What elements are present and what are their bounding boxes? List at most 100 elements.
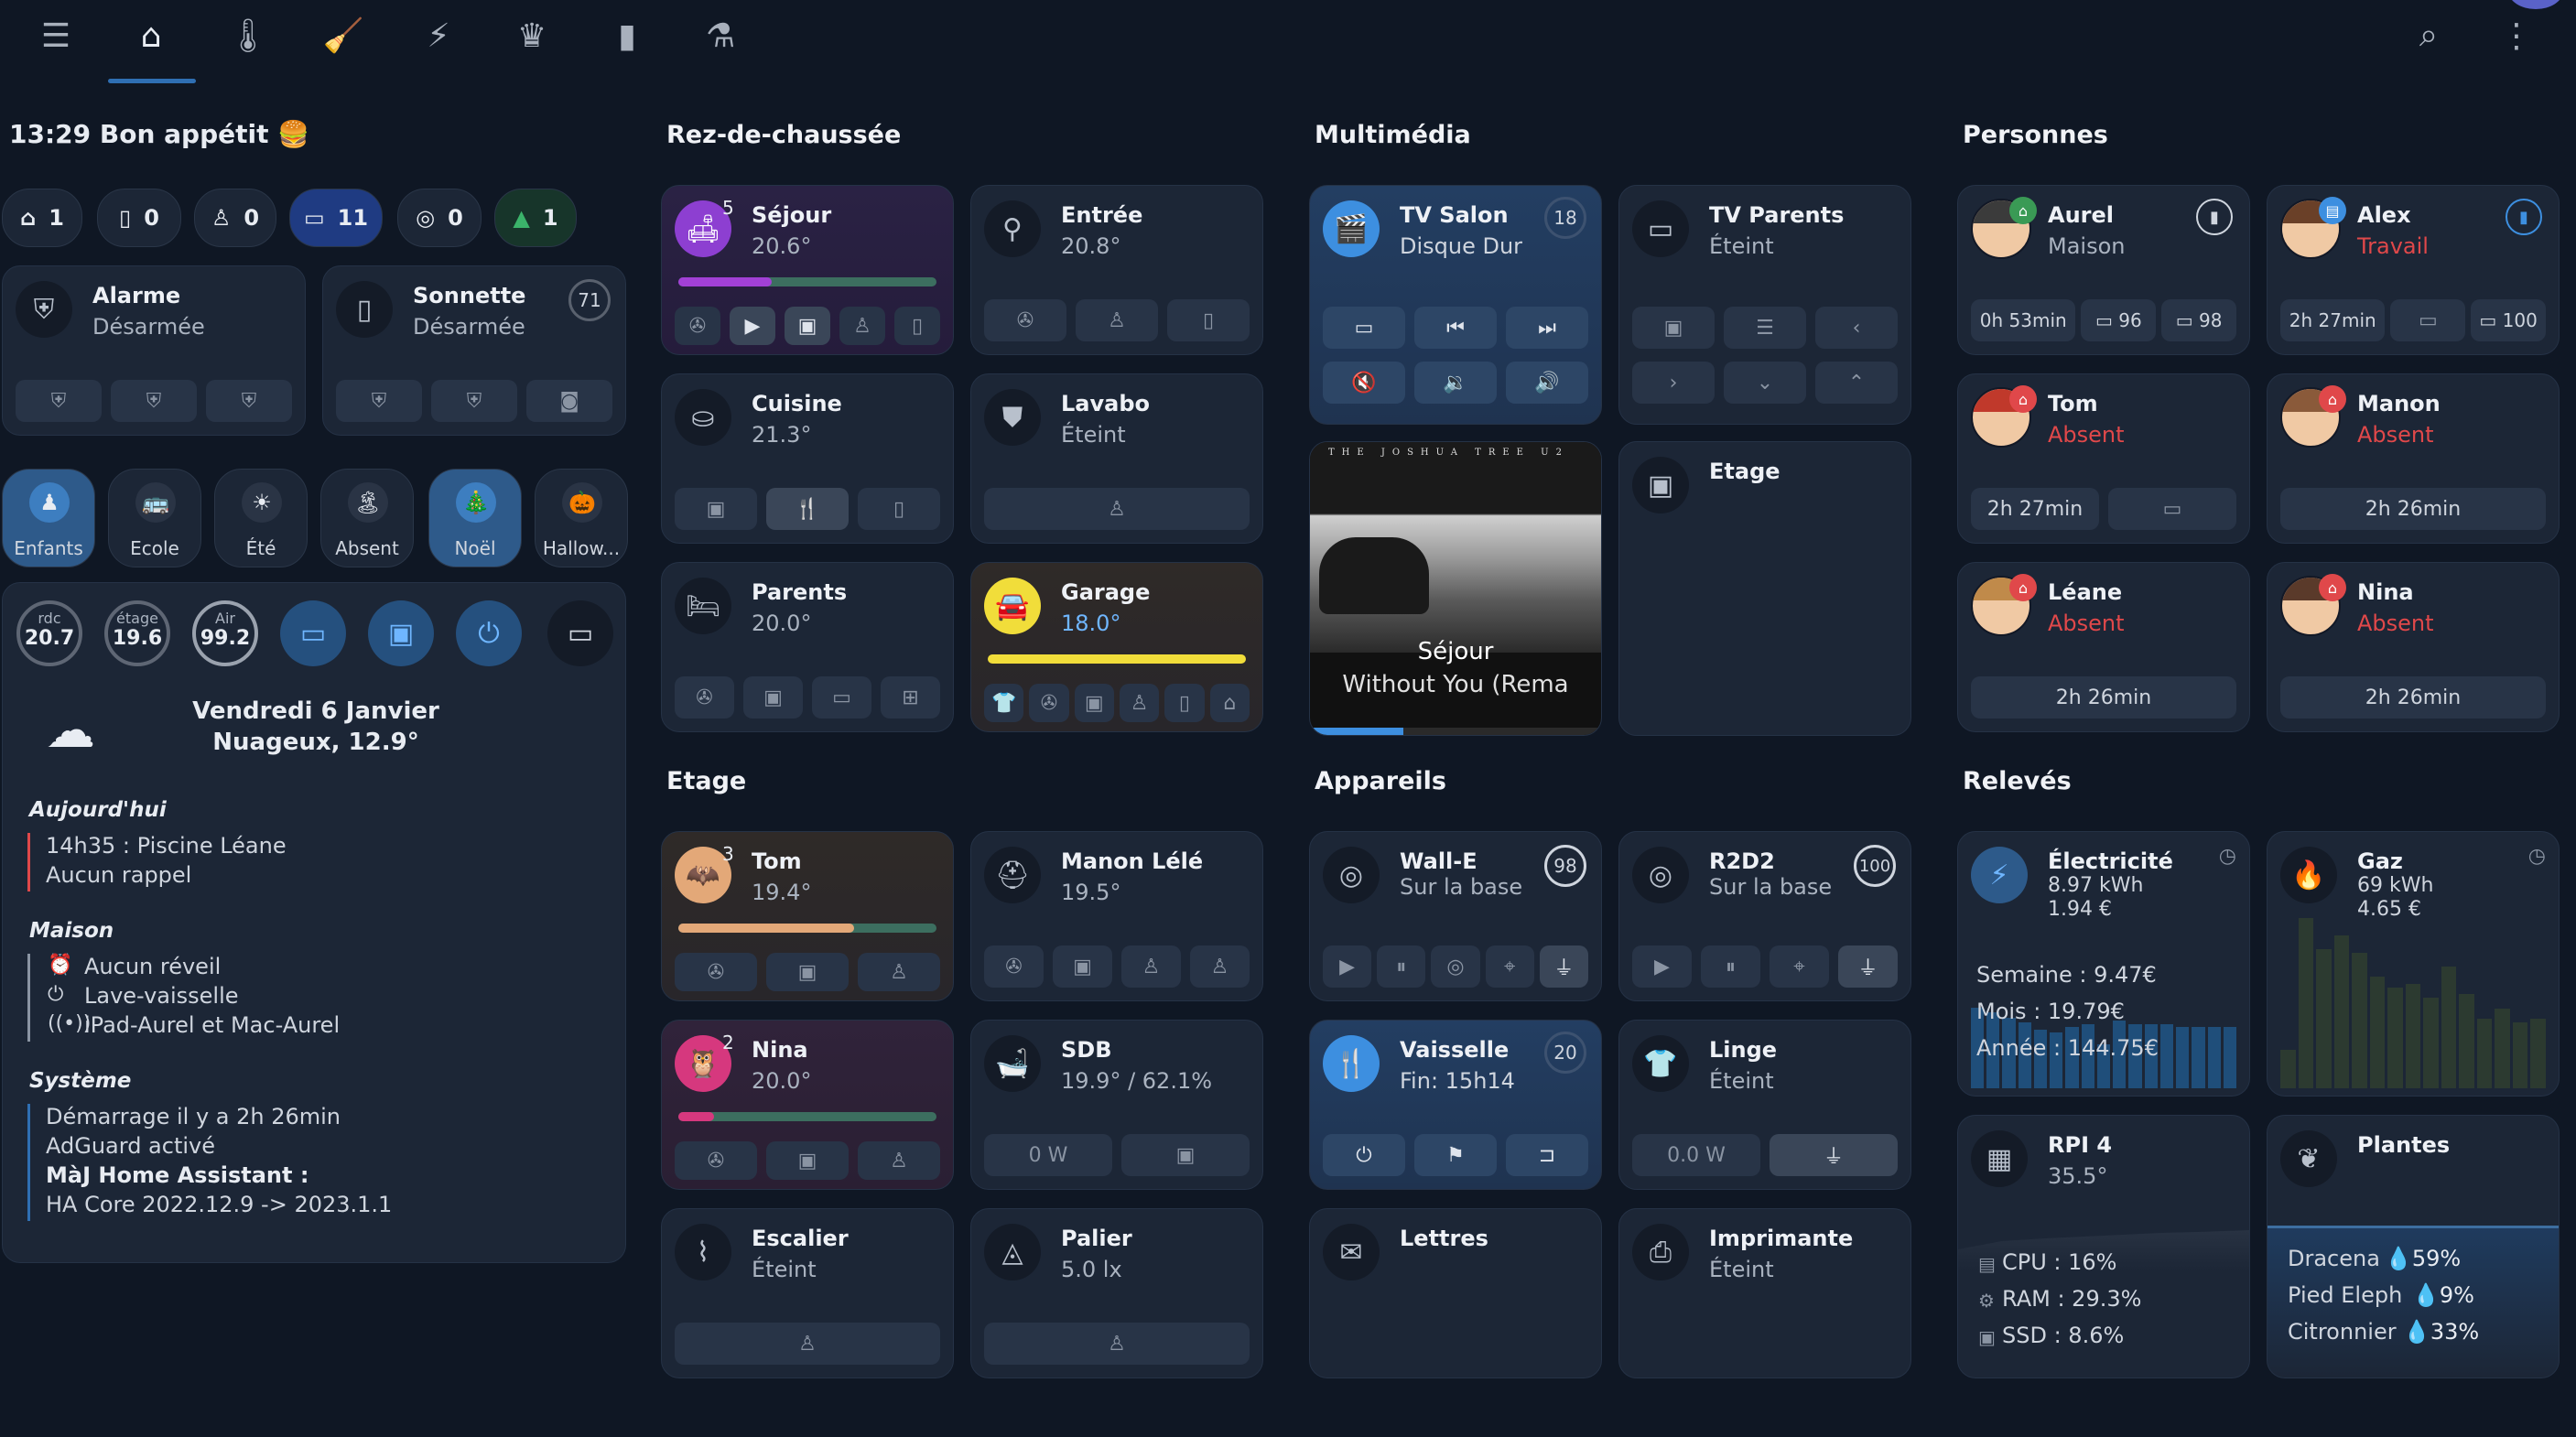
- previous-button[interactable]: ⏮: [1414, 307, 1497, 349]
- fan-button[interactable]: ✇: [675, 676, 734, 718]
- scene-enfants[interactable]: ♟ Enfants: [2, 469, 95, 567]
- scene-absent[interactable]: 🏝 Absent: [320, 469, 414, 567]
- door-button[interactable]: ▯: [1164, 684, 1205, 722]
- media-card-tv-salon[interactable]: 🎬 TV Salon Disque Dur 18 ▭ ⏮ ⏭ 🔇 🔉 🔊: [1309, 185, 1602, 425]
- speaker-button[interactable]: ▣: [743, 676, 803, 718]
- room-card-garage[interactable]: 🚘 Garage 18.0° 👕 ✇ ▣ ♙ ▯ ⌂: [970, 562, 1263, 732]
- device-card-walle[interactable]: ◎ Wall-E Sur la base 98 ▶ ⏸ ◎ ⌖ ⏚: [1309, 831, 1602, 1001]
- seat-tab-icon[interactable]: ♛: [509, 13, 555, 59]
- door-button[interactable]: ▯: [858, 488, 940, 530]
- left-button[interactable]: ‹: [1815, 307, 1898, 349]
- spot-clean-button[interactable]: ◎: [1431, 945, 1480, 988]
- scene-noel[interactable]: 🎄 Noël: [428, 469, 522, 567]
- counter-doors[interactable]: ▯ 0: [97, 189, 181, 247]
- reading-card-electricite[interactable]: ⚡ Électricité 8.97 kWh 1.94 € ◷ Semaine …: [1957, 831, 2250, 1097]
- speaker-button[interactable]: ▣: [766, 1141, 849, 1180]
- reading-card-gaz[interactable]: 🔥 Gaz 69 kWh 4.65 € ◷: [2267, 831, 2560, 1097]
- locate-button[interactable]: ⌖: [1770, 945, 1829, 988]
- media-card-tv-parents[interactable]: ▭ TV Parents Éteint ▣ ☰ ‹ › ⌄ ⌃: [1618, 185, 1911, 425]
- room-card-palier[interactable]: ◬ Palier 5.0 lx ♙: [970, 1208, 1263, 1378]
- person-card-aurel[interactable]: ⌂ Aurel Maison ▮ 0h 53min ▭ 96 ▭ 98: [1957, 185, 2250, 355]
- media-card-etage[interactable]: ▣ Etage: [1618, 441, 1911, 736]
- home-tab-icon[interactable]: ⌂: [128, 13, 174, 59]
- dock-button[interactable]: ⏚: [1539, 945, 1589, 988]
- person-card-leane[interactable]: ⌂ Léane Absent 2h 26min: [1957, 562, 2250, 732]
- mute-button[interactable]: 🔇: [1323, 362, 1405, 404]
- user-avatar[interactable]: [2508, 0, 2563, 9]
- dishwasher-button[interactable]: 🍴: [766, 488, 849, 530]
- person-card-tom[interactable]: ⌂ Tom Absent 2h 27min ▭: [1957, 373, 2250, 544]
- person-button[interactable]: ♙: [675, 1323, 940, 1365]
- room-card-lavabo[interactable]: ⛊ Lavabo Éteint ♙: [970, 373, 1263, 544]
- up-button[interactable]: ⌃: [1815, 362, 1898, 404]
- person-button[interactable]: ♙: [858, 953, 940, 991]
- room-card-cuisine[interactable]: ⛀ Cuisine 21.3° ▣ 🍴 ▯: [661, 373, 954, 544]
- counter-tv[interactable]: ▭ 11: [289, 189, 383, 247]
- tablet-toggle-icon[interactable]: ▭: [547, 600, 613, 666]
- scene-ete[interactable]: ☀ Été: [214, 469, 308, 567]
- doorbell-card[interactable]: ▯ Sonnette Désarmée 71 ⛨ ⛨ ◙: [322, 265, 626, 436]
- speaker-button[interactable]: ▣: [1121, 1134, 1250, 1176]
- menu-button[interactable]: ☰: [1724, 307, 1806, 349]
- device-card-vaisselle[interactable]: 🍴 Vaisselle Fin: 15h14 20 ⏻ ⚑ ⊐: [1309, 1020, 1602, 1190]
- counter-tree[interactable]: ▲ 1: [494, 189, 577, 247]
- device-card-r2d2[interactable]: ◎ R2D2 Sur la base 100 ▶ ⏸ ⌖ ⏚: [1618, 831, 1911, 1001]
- fan-button[interactable]: ✇: [675, 1141, 757, 1180]
- volume-up-button[interactable]: 🔊: [1506, 362, 1588, 404]
- room-card-entree[interactable]: ⚲ Entrée 20.8° ✇ ♙ ▯: [970, 185, 1263, 355]
- arm-home-button[interactable]: ⛨: [431, 380, 517, 422]
- disarm-button[interactable]: ⛨: [16, 380, 102, 422]
- person-card-nina[interactable]: ⌂ Nina Absent 2h 26min: [2267, 562, 2560, 732]
- next-button[interactable]: ⏭: [1506, 307, 1588, 349]
- right-button[interactable]: ›: [1632, 362, 1715, 404]
- person-card-manon[interactable]: ⌂ Manon Absent 2h 26min: [2267, 373, 2560, 544]
- counter-robot[interactable]: ◎ 0: [397, 189, 482, 247]
- speaker-toggle-icon[interactable]: ▣: [368, 600, 434, 666]
- fan-button[interactable]: ✇: [984, 945, 1044, 988]
- person-button[interactable]: ♙: [984, 488, 1250, 530]
- play-button[interactable]: ▶: [1323, 945, 1372, 988]
- scene-halloween[interactable]: 🎃 Hallow...: [535, 469, 628, 567]
- door-button[interactable]: ▯: [894, 307, 940, 345]
- disarm-button[interactable]: ⛨: [336, 380, 422, 422]
- fan-button[interactable]: ✇: [675, 953, 757, 991]
- counter-persons[interactable]: ♙ 0: [194, 189, 276, 247]
- test-tube-tab-icon[interactable]: ⚗: [698, 13, 743, 59]
- fan-button[interactable]: ✇: [675, 307, 720, 345]
- reading-card-plantes[interactable]: ❦ Plantes Dracena 💧59% Pied Eleph 💧9% Ci…: [2267, 1115, 2560, 1378]
- room-card-nina[interactable]: 🦉 2 Nina 20.0° ✇ ▣ ♙: [661, 1020, 954, 1190]
- person-card-alex[interactable]: ▤ Alex Travail ▮ 2h 27min ▭ ▭ 100: [2267, 185, 2560, 355]
- battery-tab-icon[interactable]: ▮: [604, 13, 650, 59]
- person-button[interactable]: ♙: [1190, 945, 1250, 988]
- tv-toggle-icon[interactable]: ▭: [280, 600, 346, 666]
- device-card-imprimante[interactable]: ⎙ Imprimante Éteint: [1618, 1208, 1911, 1378]
- menu-icon[interactable]: ☰: [33, 13, 79, 59]
- speaker-button[interactable]: ▣: [785, 307, 830, 345]
- arm-away-button[interactable]: ⛨: [206, 380, 292, 422]
- scene-ecole[interactable]: 🚌 Ecole: [108, 469, 201, 567]
- tv-input-button[interactable]: ▭: [1323, 307, 1405, 349]
- thermometer-tab-icon[interactable]: 🌡: [225, 13, 271, 59]
- player-progress-track[interactable]: [1310, 728, 1601, 735]
- remote-button[interactable]: ▣: [1632, 307, 1715, 349]
- garage-door-button[interactable]: ⌂: [1209, 684, 1250, 722]
- more-vert-icon[interactable]: ⋮: [2494, 13, 2539, 59]
- speaker-button[interactable]: ▣: [1074, 684, 1114, 722]
- room-card-sdb[interactable]: 🛁 SDB 19.9° / 62.1% 0 W ▣: [970, 1020, 1263, 1190]
- window-button[interactable]: ⊞: [881, 676, 940, 718]
- fan-button[interactable]: ✇: [984, 299, 1066, 341]
- device-card-lettres[interactable]: ✉ Lettres: [1309, 1208, 1602, 1378]
- flag-button[interactable]: ⚑: [1414, 1134, 1497, 1176]
- device-card-linge[interactable]: 👕 Linge Éteint 0.0 W ⏚: [1618, 1020, 1911, 1190]
- media-button[interactable]: ▶: [730, 307, 775, 345]
- play-button[interactable]: ▶: [1632, 945, 1692, 988]
- room-card-manon[interactable]: ⛑ Manon Lélé 19.5° ✇ ▣ ♙ ♙: [970, 831, 1263, 1001]
- person-button[interactable]: ♙: [984, 1323, 1250, 1365]
- speaker-button[interactable]: ▣: [1053, 945, 1112, 988]
- room-card-escalier[interactable]: ⌇ Escalier Éteint ♙: [661, 1208, 954, 1378]
- lightning-tab-icon[interactable]: ⚡: [416, 13, 461, 59]
- person-button[interactable]: ♙: [858, 1141, 940, 1180]
- dock-button[interactable]: ⏚: [1838, 945, 1898, 988]
- power-toggle-icon[interactable]: ⏻: [456, 600, 522, 666]
- room-card-sejour[interactable]: 🛋 5 Séjour 20.6° ✇ ▶ ▣ ♙ ▯: [661, 185, 954, 355]
